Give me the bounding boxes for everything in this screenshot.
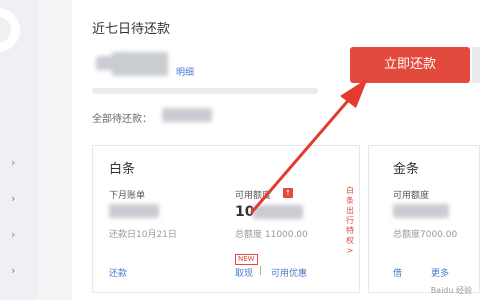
logo-icon (0, 8, 20, 52)
chevron-right-icon[interactable]: › (11, 156, 15, 169)
travel-privilege-link[interactable]: 白条出行特权 > (345, 186, 355, 256)
side-button-edge (472, 47, 480, 83)
blurred-jintiao-amount (393, 204, 449, 218)
repay-link[interactable]: 还款 (109, 266, 127, 279)
baitiao-title: 白条 (109, 162, 136, 177)
up-arrow-icon: ↑ (283, 188, 293, 198)
available-label: 可用额度 (235, 191, 272, 201)
jintiao-card: 金条 可用额度 总额度7000.00 借 更多 (368, 145, 480, 293)
new-tag: NEW (235, 254, 258, 265)
sidebar: › › › › (0, 0, 38, 300)
blurred-available-amount (253, 205, 303, 219)
watermark: Baidu 经验 (430, 286, 472, 295)
link-separator: | (259, 266, 263, 276)
jintiao-title: 金条 (393, 162, 420, 177)
cash-link[interactable]: 取现 (235, 266, 253, 279)
jintiao-borrow-link[interactable]: 借 (393, 266, 402, 279)
jintiao-more-link[interactable]: 更多 (431, 266, 449, 279)
blurred-amount-main (112, 52, 168, 76)
bill-label: 下月账单 (109, 191, 146, 201)
chevron-right-icon[interactable]: › (11, 228, 15, 241)
chevron-right-icon[interactable]: › (11, 192, 15, 205)
repay-progress-bar (92, 88, 318, 94)
baitiao-card: 白条 下月账单 还款日10月21日 还款 可用额度 ↑ 10 总额度 11000… (92, 145, 360, 293)
main-panel: 近七日待还款 明细 全部待还款： 立即还款 白条 下月账单 还款日10月21日 … (72, 0, 480, 300)
credit-cards-row: 白条 下月账单 还款日10月21日 还款 可用额度 ↑ 10 总额度 11000… (92, 145, 480, 293)
available-amount: 10 (235, 204, 255, 220)
detail-link[interactable]: 明细 (176, 65, 194, 78)
all-due-label: 全部待还款： (92, 114, 152, 125)
repay-now-button[interactable]: 立即还款 (350, 47, 470, 83)
blurred-bill-amount (109, 204, 159, 218)
due-7days-title: 近七日待还款 (92, 22, 171, 37)
jintiao-total-limit: 总额度7000.00 (393, 230, 458, 240)
blurred-all-due (162, 108, 212, 122)
coupon-link[interactable]: 可用优惠 (271, 266, 307, 279)
chevron-right-icon[interactable]: › (11, 264, 15, 277)
total-limit: 总额度 11000.00 (235, 230, 308, 240)
due-date: 还款日10月21日 (109, 230, 177, 240)
jintiao-available-label: 可用额度 (393, 191, 430, 201)
